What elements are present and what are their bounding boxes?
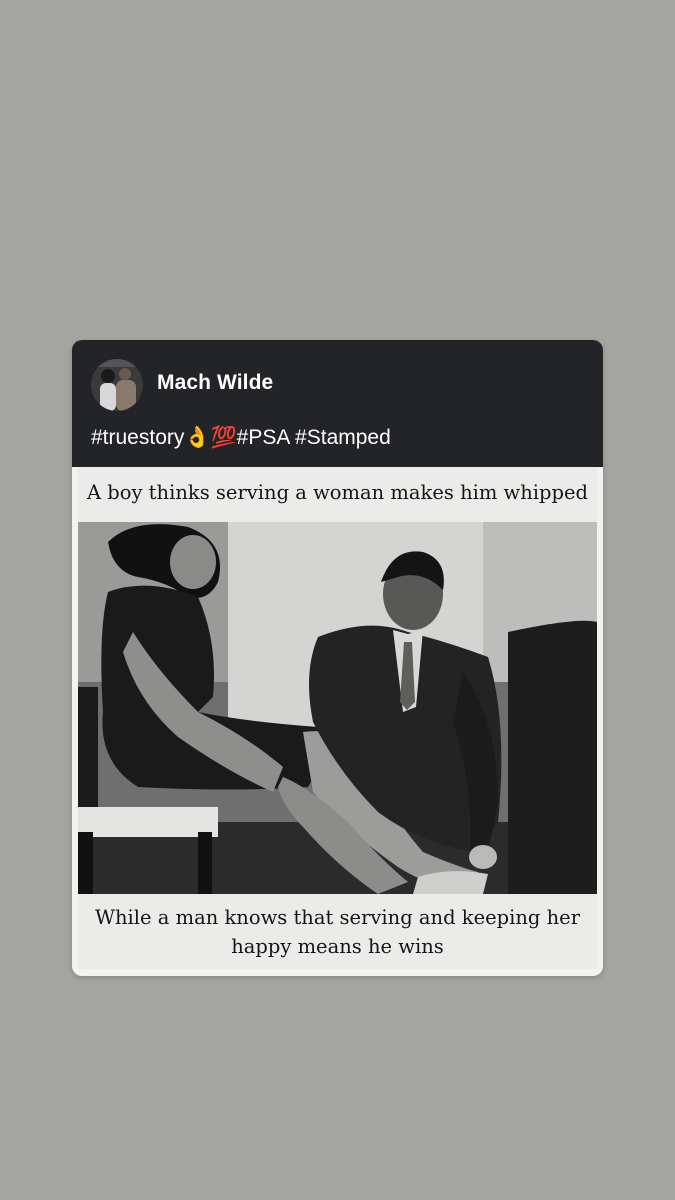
black-and-white-photo-icon [78, 522, 597, 894]
author-name[interactable]: Mach Wilde [157, 371, 273, 395]
post-header: Mach Wilde #truestory👌💯#PSA #Stamped [72, 340, 603, 467]
story-screen: { "post": { "author": "Mach Wilde", "ava… [0, 0, 675, 1200]
meme-image[interactable]: A boy thinks serving a woman makes him w… [78, 467, 597, 969]
shared-post-card[interactable]: Mach Wilde #truestory👌💯#PSA #Stamped A b… [72, 340, 603, 976]
author-avatar[interactable] [91, 359, 143, 411]
meme-bottom-text: While a man knows that serving and keepi… [78, 903, 597, 961]
profile-photo-icon [91, 359, 143, 411]
meme-top-text: A boy thinks serving a woman makes him w… [86, 481, 589, 504]
meme-photo [78, 522, 597, 894]
post-caption: #truestory👌💯#PSA #Stamped [91, 426, 391, 449]
meme-bottom-line-1: While a man knows that serving and keepi… [94, 906, 581, 929]
meme-bottom-line-2: happy means he wins [231, 935, 444, 958]
